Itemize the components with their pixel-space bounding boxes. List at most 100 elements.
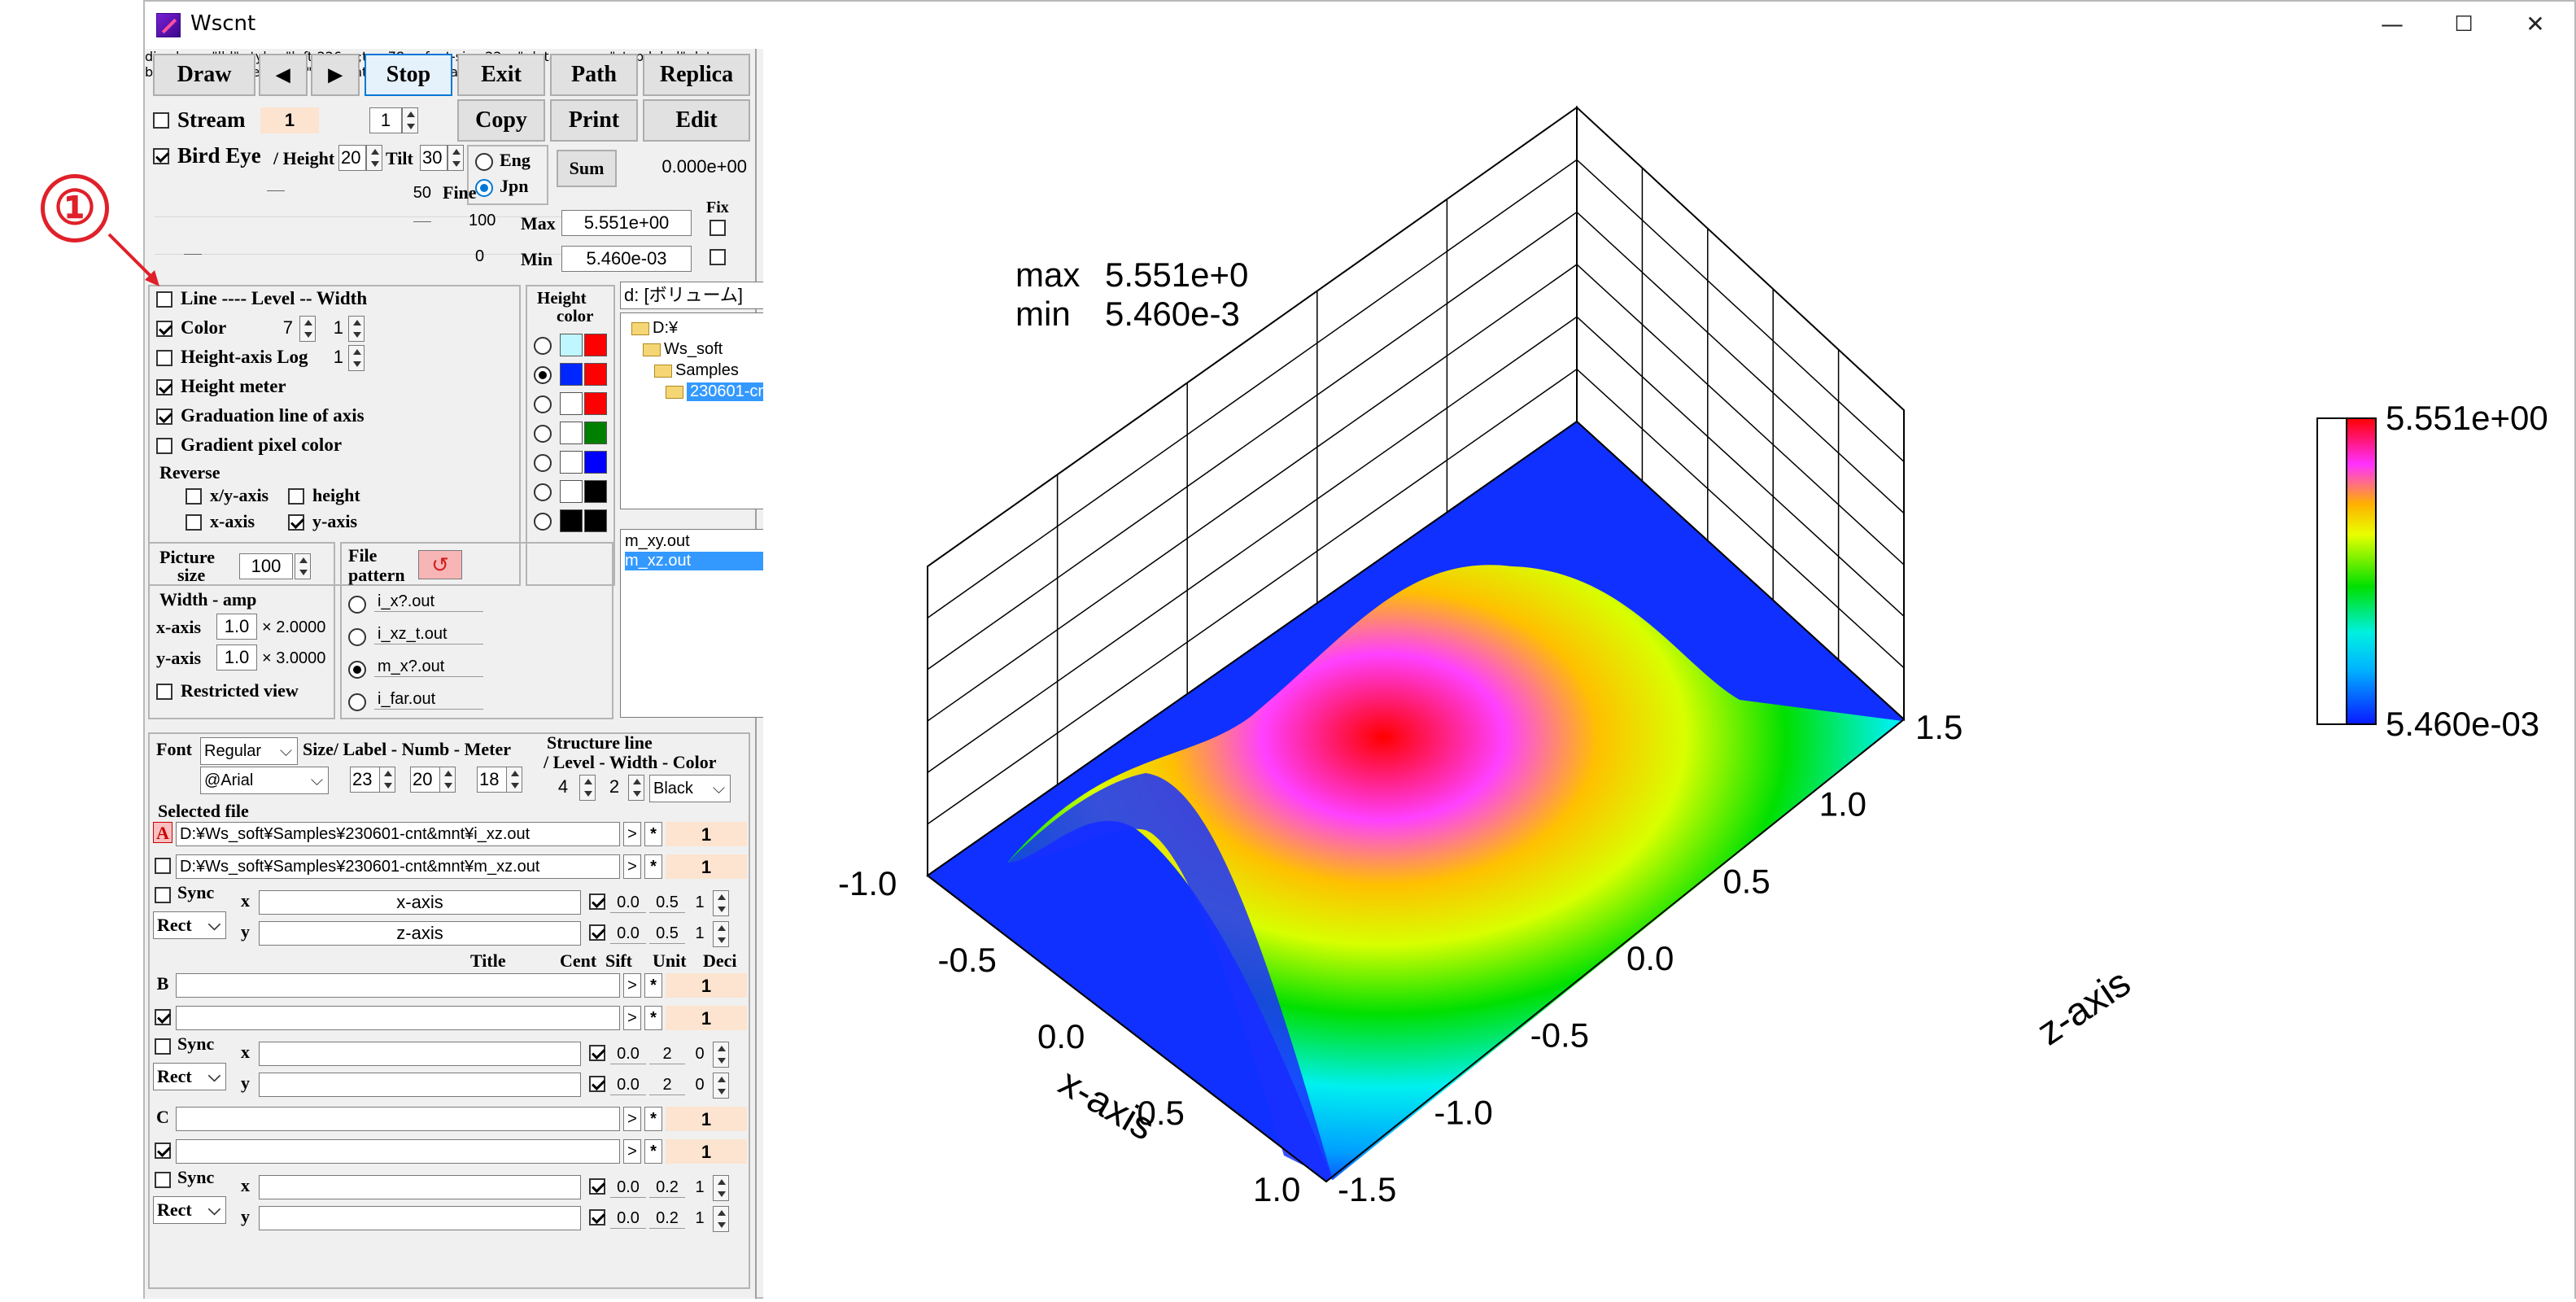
c-x-unit[interactable]: 1 [692, 1178, 708, 1197]
height-color-high-swatch-3[interactable] [584, 392, 607, 415]
color-checkbox[interactable] [156, 321, 172, 337]
c-sync-checkbox[interactable] [155, 1172, 171, 1188]
file-b2-file[interactable] [176, 1006, 620, 1030]
height-color-high-swatch-2[interactable] [584, 363, 607, 386]
refresh-icon[interactable]: ↺ [418, 550, 462, 579]
c-x-cent[interactable]: 0.0 [610, 1178, 646, 1198]
c-x-title[interactable] [259, 1175, 581, 1199]
height-log-stepper[interactable] [348, 345, 365, 371]
height-color-radio-1[interactable] [534, 337, 552, 355]
a-y-cent[interactable]: 0.0 [610, 924, 646, 944]
file-c2-file[interactable] [176, 1139, 620, 1164]
b-sync-checkbox[interactable] [155, 1038, 171, 1055]
file-c2-checkbox[interactable] [155, 1143, 171, 1159]
c-y-title[interactable] [259, 1206, 581, 1230]
c-y-unit[interactable]: 1 [692, 1209, 708, 1228]
restricted-checkbox[interactable] [156, 684, 172, 700]
a-y-cent-checkbox[interactable] [589, 924, 605, 941]
color-level[interactable]: 7 [264, 316, 296, 342]
pattern-radio-2[interactable] [348, 628, 366, 646]
file-c1-file[interactable] [176, 1107, 620, 1131]
file-b1-arrow-button[interactable]: > [623, 973, 641, 998]
pattern-radio-4[interactable] [348, 693, 366, 711]
height-log-checkbox[interactable] [156, 350, 172, 366]
height-color-radio-4[interactable] [534, 425, 552, 443]
fix-min-checkbox[interactable] [709, 249, 726, 265]
min-slider-thumb[interactable] [184, 254, 202, 255]
structure-width-input[interactable]: 2 [600, 775, 628, 801]
height-color-radio-6[interactable] [534, 483, 552, 501]
file-a2-arrow-button[interactable]: > [623, 854, 641, 879]
file-a1-count[interactable]: 1 [666, 822, 747, 846]
file-c2-star-button[interactable]: * [644, 1139, 662, 1164]
b-x-cent[interactable]: 0.0 [610, 1045, 646, 1064]
file-a2-file[interactable]: D:¥Ws_soft¥Samples¥230601-cnt&mnt¥m_xz.o… [176, 854, 620, 879]
print-button[interactable]: Print [550, 99, 638, 142]
height-color-low-swatch-2[interactable] [560, 363, 583, 386]
numb-size-stepper[interactable] [439, 767, 456, 793]
height-color-radio-2[interactable] [534, 366, 552, 384]
b-x-unit[interactable]: 0 [692, 1045, 708, 1064]
height-color-low-swatch-6[interactable] [560, 480, 583, 503]
tilt-stepper[interactable] [448, 145, 464, 171]
height-color-low-swatch-3[interactable] [560, 392, 583, 415]
a-y-title[interactable]: z-axis [259, 921, 581, 946]
c-rect-select[interactable]: Rect [153, 1196, 226, 1224]
structure-level-stepper[interactable] [579, 775, 596, 801]
b-x-unit-stepper[interactable] [713, 1042, 729, 1068]
file-b1-count[interactable]: 1 [666, 973, 747, 998]
next-button[interactable]: ▶ [311, 54, 360, 96]
file-c1-count[interactable]: 1 [666, 1107, 747, 1131]
structure-level-input[interactable]: 4 [547, 775, 579, 801]
height-color-high-swatch-4[interactable] [584, 422, 607, 444]
sum-button[interactable]: Sum [557, 150, 617, 187]
max-value[interactable]: 5.551e+00 [561, 210, 692, 236]
height-color-high-swatch-1[interactable] [584, 334, 607, 356]
b-x-sift[interactable]: 2 [649, 1045, 685, 1064]
file-b1-star-button[interactable]: * [644, 973, 662, 998]
c-y-cent[interactable]: 0.0 [610, 1209, 646, 1229]
pattern-item-3[interactable]: m_x?.out [374, 658, 483, 677]
height-stepper[interactable] [366, 145, 382, 171]
file-b1-file[interactable] [176, 973, 620, 998]
fix-max-checkbox[interactable] [709, 220, 726, 236]
folder-item-2[interactable]: Ws_soft [664, 340, 723, 359]
label-size-stepper[interactable] [379, 767, 395, 793]
b-x-title[interactable] [259, 1042, 581, 1066]
meter-size-stepper[interactable] [506, 767, 522, 793]
reverse-x-checkbox[interactable] [186, 514, 202, 531]
maximize-button[interactable]: ☐ [2447, 8, 2480, 41]
file-b2-arrow-button[interactable]: > [623, 1006, 641, 1030]
c-x-unit-stepper[interactable] [713, 1175, 729, 1201]
reverse-height-checkbox[interactable] [288, 488, 304, 505]
min-value[interactable]: 5.460e-03 [561, 246, 692, 272]
height-color-high-swatch-5[interactable] [584, 451, 607, 474]
file-c2-arrow-button[interactable]: > [623, 1139, 641, 1164]
tilt-slider-thumb[interactable] [267, 190, 285, 191]
file-a2-checkbox[interactable] [155, 858, 171, 874]
file-a1-file[interactable]: D:¥Ws_soft¥Samples¥230601-cnt&mnt¥i_xz.o… [176, 822, 620, 846]
height-color-low-swatch-4[interactable] [560, 422, 583, 444]
replica-button[interactable]: Replica [643, 54, 750, 96]
height-color-radio-7[interactable] [534, 513, 552, 531]
a-y-sift[interactable]: 0.5 [649, 924, 685, 944]
max-slider-thumb[interactable] [413, 221, 431, 222]
a-rect-select[interactable]: Rect [153, 911, 226, 939]
draw-button[interactable]: Draw [153, 54, 255, 96]
reverse-y-checkbox[interactable] [288, 514, 304, 531]
close-button[interactable]: ✕ [2519, 8, 2552, 41]
file-a1-arrow-button[interactable]: > [623, 822, 641, 846]
b-y-sift[interactable]: 2 [649, 1076, 685, 1095]
edit-button[interactable]: Edit [643, 99, 750, 142]
height-color-radio-5[interactable] [534, 454, 552, 472]
height-color-radio-3[interactable] [534, 395, 552, 413]
a-x-unit-stepper[interactable] [713, 890, 729, 916]
height-color-low-swatch-5[interactable] [560, 451, 583, 474]
file-a1-star-button[interactable]: * [644, 822, 662, 846]
font-face-select[interactable]: @Arial [200, 767, 329, 794]
height-color-low-swatch-7[interactable] [560, 509, 583, 532]
eng-radio[interactable] [475, 153, 493, 171]
height-log-value[interactable]: 1 [322, 345, 347, 371]
stop-button[interactable]: Stop [365, 54, 452, 96]
b-y-cent-checkbox[interactable] [589, 1076, 605, 1092]
